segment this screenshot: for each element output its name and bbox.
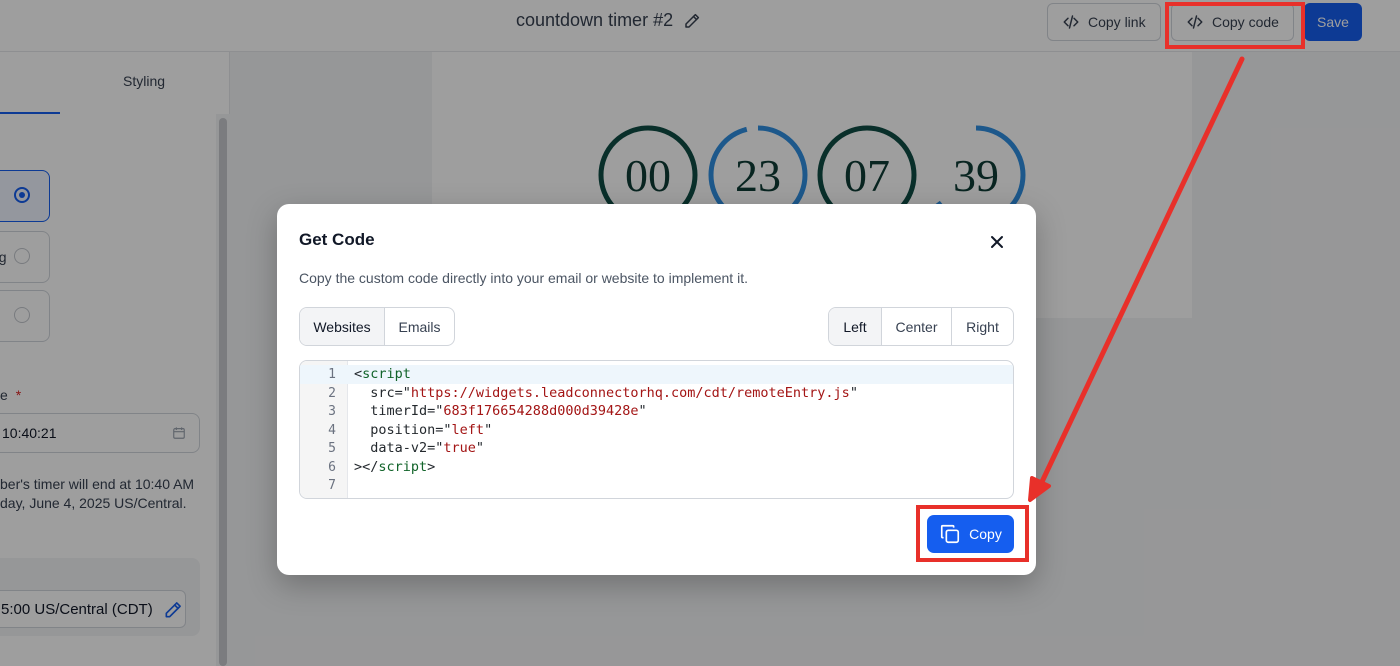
annotation-arrow bbox=[1028, 56, 1245, 502]
